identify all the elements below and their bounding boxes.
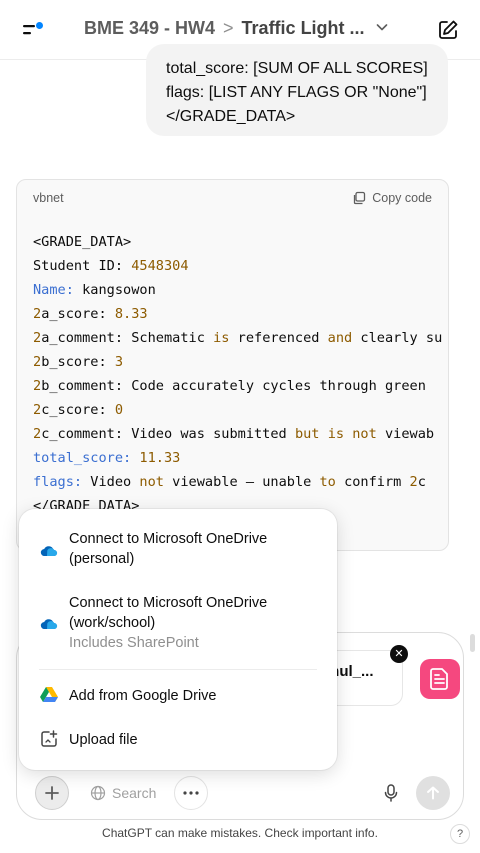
user-message-line: </GRADE_DATA> xyxy=(166,108,296,125)
google-drive-icon xyxy=(40,687,58,702)
project-name[interactable]: BME 349 - HW4 xyxy=(84,18,215,39)
plus-icon xyxy=(45,786,59,800)
chat-title[interactable]: Traffic Light ... xyxy=(242,18,365,39)
menu-item-label: Add from Google Drive xyxy=(69,688,217,704)
menu-item-label: (work/school) xyxy=(69,615,156,631)
breadcrumb: BME 349 - HW4 > Traffic Light ... xyxy=(84,18,389,39)
pdf-attachment-tile[interactable] xyxy=(420,659,460,699)
menu-item-label: Connect to Microsoft OneDrive xyxy=(69,531,268,547)
onedrive-icon xyxy=(40,546,58,557)
scrollbar-thumb[interactable] xyxy=(470,634,475,652)
disclaimer-text: ChatGPT can make mistakes. Check importa… xyxy=(102,826,378,840)
code-line: <GRADE_DATA> xyxy=(33,234,132,250)
copy-icon xyxy=(354,191,366,205)
upload-file-icon xyxy=(41,730,58,747)
help-button[interactable]: ? xyxy=(450,824,470,844)
code-content: <GRADE_DATA> Student ID: 4548304 Name: kan… xyxy=(17,216,448,518)
code-line: 2b_comment: Code accurately cycles throu… xyxy=(33,378,426,394)
search-tool-button[interactable]: Search xyxy=(80,777,166,809)
attachment-menu: Connect to Microsoft OneDrive (personal)… xyxy=(19,509,337,770)
code-line: total_score: 11.33 xyxy=(33,450,181,466)
copy-code-button[interactable]: Copy code xyxy=(352,191,432,205)
user-message-bubble: total_score: [SUM OF ALL SCORES] flags: … xyxy=(146,44,448,136)
user-message-line: flags: [LIST ANY FLAGS OR "None"] xyxy=(166,84,427,101)
arrow-up-icon xyxy=(427,786,439,800)
code-line: 2b_score: 3 xyxy=(33,354,124,370)
breadcrumb-separator: > xyxy=(223,18,234,38)
code-line: Student ID: 4548304 xyxy=(33,258,189,274)
copy-code-label: Copy code xyxy=(372,191,432,205)
menu-divider xyxy=(39,669,317,670)
more-tools-button[interactable] xyxy=(174,776,208,810)
code-line: 2c_score: 0 xyxy=(33,402,124,418)
code-line: 2a_score: 8.33 xyxy=(33,306,148,322)
user-message-line: total_score: [SUM OF ALL SCORES] xyxy=(166,60,428,77)
microphone-icon xyxy=(384,784,398,802)
dictate-button[interactable] xyxy=(374,776,408,810)
menu-icon xyxy=(23,22,43,35)
chevron-down-icon[interactable] xyxy=(375,18,389,39)
code-line: Name: kangsowon xyxy=(33,282,156,298)
send-button[interactable] xyxy=(416,776,450,810)
menu-item-sublabel: Includes SharePoint xyxy=(69,635,199,651)
menu-item-onedrive-work[interactable]: Connect to Microsoft OneDrive (work/scho… xyxy=(19,593,337,657)
edit-icon xyxy=(439,20,458,39)
code-block-header: vbnet Copy code xyxy=(17,180,448,216)
menu-item-label: Connect to Microsoft OneDrive xyxy=(69,595,268,611)
add-attachment-button[interactable] xyxy=(35,776,69,810)
menu-item-onedrive-personal[interactable]: Connect to Microsoft OneDrive (personal) xyxy=(19,529,337,573)
code-language: vbnet xyxy=(33,191,64,205)
menu-item-label: (personal) xyxy=(69,551,135,567)
code-line: 2a_comment: Schematic is referenced and … xyxy=(33,330,443,346)
code-block: vbnet Copy code <GRADE_DATA> Student ID: … xyxy=(16,179,449,551)
document-icon xyxy=(430,668,448,690)
code-line: flags: Video not viewable — unable to co… xyxy=(33,474,426,490)
menu-item-label: Upload file xyxy=(69,732,138,748)
menu-item-google-drive[interactable]: Add from Google Drive xyxy=(19,685,337,707)
search-tool-label: Search xyxy=(112,785,157,801)
sidebar-toggle-button[interactable] xyxy=(18,18,48,42)
menu-item-upload-file[interactable]: Upload file xyxy=(19,729,337,751)
onedrive-icon xyxy=(40,619,58,630)
remove-attachment-button[interactable]: ✕ xyxy=(390,645,408,663)
new-chat-button[interactable] xyxy=(436,18,460,42)
code-line: 2c_comment: Video was submitted but is n… xyxy=(33,426,435,442)
more-dots-icon xyxy=(183,791,199,795)
globe-icon xyxy=(90,785,106,801)
